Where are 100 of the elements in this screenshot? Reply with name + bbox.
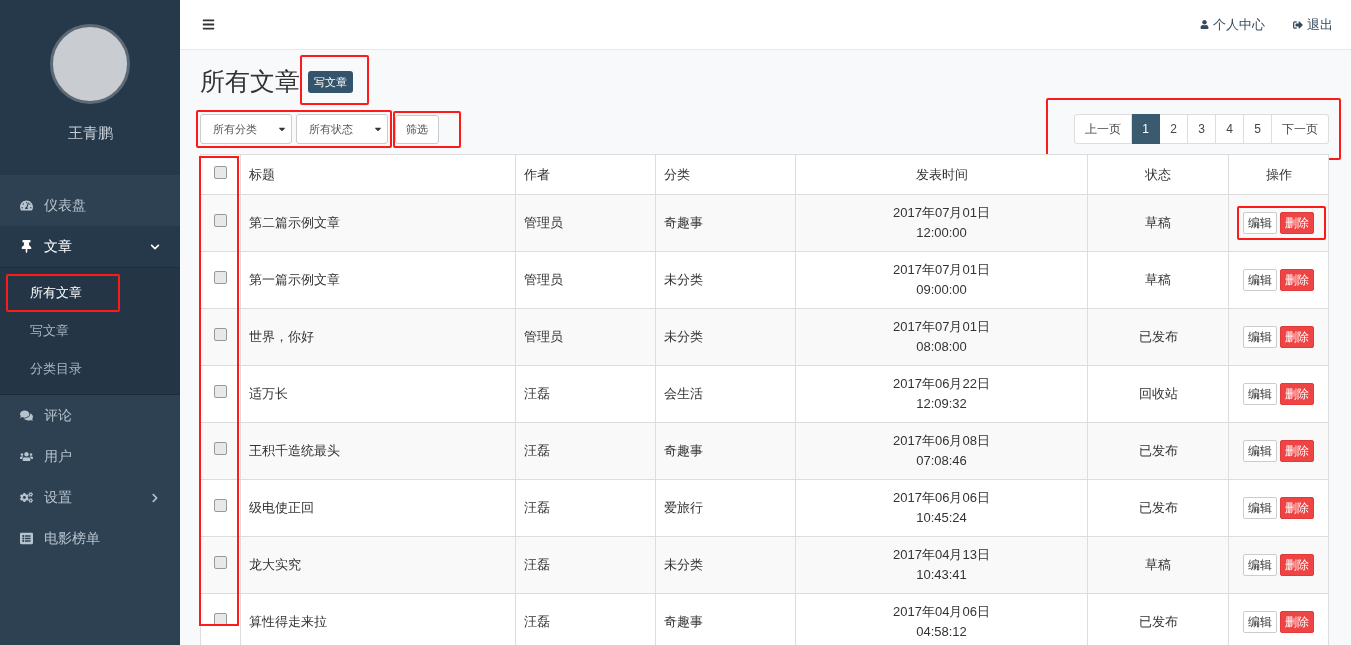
page-link[interactable]: 1	[1132, 114, 1160, 144]
table-cell: 龙大实究	[240, 536, 516, 594]
publish-time: 08:08:00	[915, 338, 968, 356]
table-cell: 未分类	[655, 536, 796, 594]
menu-icon[interactable]	[202, 18, 215, 31]
checkbox[interactable]	[214, 165, 227, 179]
publish-date: 2017年07月01日	[892, 204, 991, 222]
table-cell: 王积千造统最头	[240, 422, 516, 480]
sign-out-icon	[1293, 19, 1303, 30]
edit-button[interactable]: 编辑	[1243, 554, 1277, 576]
checkbox[interactable]	[214, 328, 227, 342]
page-title: 所有文章	[200, 66, 300, 98]
table-cell: 汪磊	[515, 536, 656, 594]
submenu-item[interactable]: 分类目录	[0, 350, 180, 388]
table-cell: 第一篇示例文章	[240, 251, 516, 309]
edit-button[interactable]: 编辑	[1243, 269, 1277, 291]
page-link[interactable]: 3	[1188, 114, 1216, 144]
column-header: 分类	[655, 154, 796, 195]
publish-time: 07:08:46	[915, 452, 968, 470]
submenu-item[interactable]: 所有文章	[0, 274, 180, 312]
publish-time: 12:09:32	[915, 395, 968, 413]
user-icon	[1200, 20, 1209, 29]
column-header: 作者	[515, 154, 656, 195]
table-cell: 第二篇示例文章	[240, 194, 516, 252]
logout-link[interactable]: 退出	[1293, 14, 1333, 35]
publish-date: 2017年07月01日	[892, 261, 991, 279]
column-header: 标题	[240, 154, 516, 195]
column-header: 操作	[1228, 154, 1329, 195]
sidebar-item[interactable]: 电影榜单	[0, 518, 180, 559]
checkbox[interactable]	[214, 442, 227, 456]
submenu-item[interactable]: 写文章	[0, 312, 180, 350]
publish-time: 04:58:12	[915, 623, 968, 641]
sidebar-item[interactable]: 设置	[0, 477, 180, 518]
next-page-link[interactable]: 下一页	[1272, 114, 1329, 144]
sidebar-item[interactable]: 文章	[0, 226, 180, 267]
page-link[interactable]: 5	[1244, 114, 1272, 144]
edit-button[interactable]: 编辑	[1243, 611, 1277, 633]
table-cell: 已发布	[1087, 479, 1229, 537]
table-cell: 爱旅行	[655, 479, 796, 537]
table-cell: 管理员	[515, 308, 656, 366]
column-header: 状态	[1087, 154, 1229, 195]
table-cell: 草稿	[1087, 194, 1229, 252]
table-cell: 未分类	[655, 251, 796, 309]
checkbox[interactable]	[214, 271, 227, 285]
table-cell: 未分类	[655, 308, 796, 366]
publish-date: 2017年06月06日	[892, 489, 991, 507]
publish-time: 10:45:24	[915, 509, 968, 527]
page-link[interactable]: 2	[1160, 114, 1188, 144]
delete-button[interactable]: 删除	[1280, 554, 1314, 576]
pin-icon	[20, 240, 33, 253]
sidebar-item[interactable]: 仪表盘	[0, 185, 180, 226]
delete-button[interactable]: 删除	[1280, 611, 1314, 633]
table-cell: 奇趣事	[655, 422, 796, 480]
table-cell: 管理员	[515, 251, 656, 309]
table-cell: 草稿	[1087, 251, 1229, 309]
edit-button[interactable]: 编辑	[1243, 212, 1277, 234]
checkbox[interactable]	[214, 214, 227, 228]
delete-button[interactable]: 删除	[1280, 383, 1314, 405]
edit-button[interactable]: 编辑	[1243, 440, 1277, 462]
delete-button[interactable]: 删除	[1280, 440, 1314, 462]
publish-date: 2017年04月06日	[892, 603, 991, 621]
checkbox[interactable]	[214, 499, 227, 513]
dropdown[interactable]: 所有分类	[200, 114, 292, 144]
dropdown[interactable]: 所有状态	[296, 114, 388, 144]
gauge-icon	[20, 199, 33, 212]
edit-button[interactable]: 编辑	[1243, 497, 1277, 519]
table-cell: 汪磊	[515, 479, 656, 537]
sidebar-item[interactable]: 用户	[0, 436, 180, 477]
table-cell: 汪磊	[515, 365, 656, 423]
speech-bubbles-icon	[20, 409, 33, 422]
delete-button[interactable]: 删除	[1280, 212, 1314, 234]
filter-button[interactable]: 筛选	[395, 114, 439, 144]
table-cell: 级电使正回	[240, 479, 516, 537]
table-cell: 汪磊	[515, 422, 656, 480]
publish-date: 2017年06月08日	[892, 432, 991, 450]
page-link[interactable]: 4	[1216, 114, 1244, 144]
delete-button[interactable]: 删除	[1280, 269, 1314, 291]
write-article-button[interactable]: 写文章	[308, 70, 353, 94]
checkbox[interactable]	[214, 556, 227, 570]
checkbox[interactable]	[214, 385, 227, 399]
table-cell: 管理员	[515, 194, 656, 252]
delete-button[interactable]: 删除	[1280, 497, 1314, 519]
table-cell: 已发布	[1087, 308, 1229, 366]
publish-date: 2017年04月13日	[892, 546, 991, 564]
prev-page-link[interactable]: 上一页	[1074, 114, 1132, 144]
edit-button[interactable]: 编辑	[1243, 383, 1277, 405]
table-cell: 世界，你好	[240, 308, 516, 366]
list-icon	[20, 532, 33, 545]
table-cell: 奇趣事	[655, 194, 796, 252]
user-name: 王青鹏	[67, 123, 113, 143]
gears-icon	[20, 491, 33, 504]
publish-time: 10:43:41	[915, 566, 968, 584]
publish-date: 2017年07月01日	[892, 318, 991, 336]
profile-link[interactable]: 个人中心	[1200, 14, 1265, 35]
edit-button[interactable]: 编辑	[1243, 326, 1277, 348]
delete-button[interactable]: 删除	[1280, 326, 1314, 348]
sidebar-item[interactable]: 评论	[0, 395, 180, 436]
table-cell: 已发布	[1087, 422, 1229, 480]
table-cell: 回收站	[1087, 365, 1229, 423]
publish-time: 12:00:00	[915, 224, 968, 242]
